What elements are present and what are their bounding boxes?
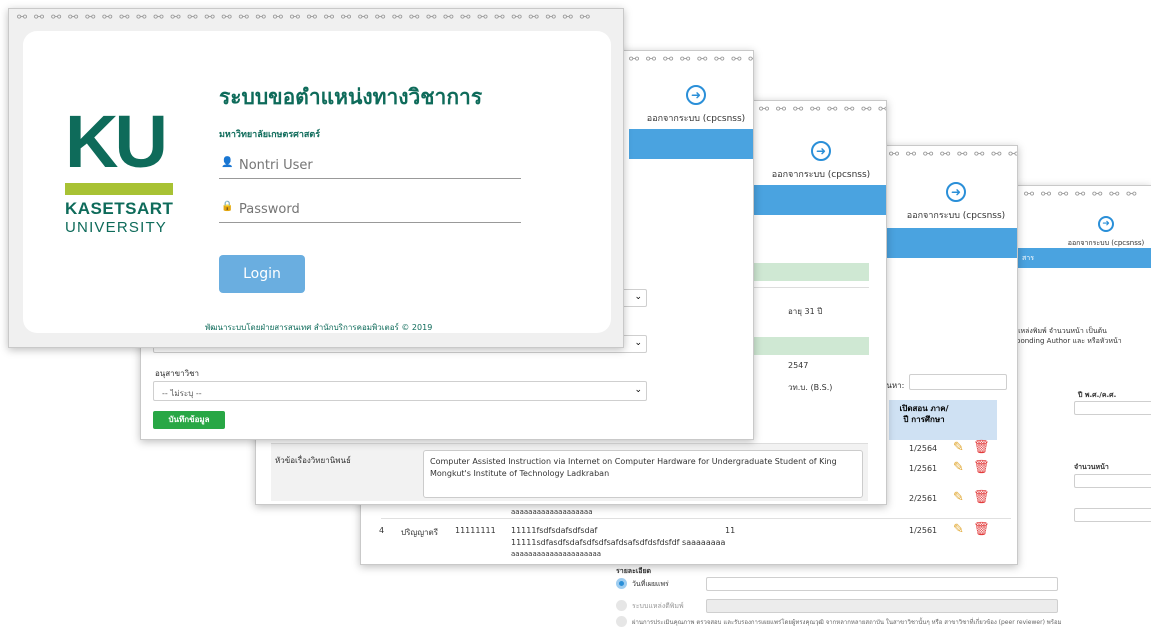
thesis-textarea[interactable]: Computer Assisted Instruction via Intern… xyxy=(423,450,863,498)
chevron-down-icon: ⌄ xyxy=(634,292,642,302)
year-value: 2547 xyxy=(788,361,809,370)
lock-icon: 🔒 xyxy=(221,201,234,212)
logout-button[interactable]: ➜ ออกจากระบบ (cpcsnss) xyxy=(891,182,1017,222)
thesis-text: Computer Assisted Instruction via Intern… xyxy=(430,457,837,478)
row4-number: 4 xyxy=(379,526,385,535)
radio-peer-review[interactable] xyxy=(616,616,627,627)
delete-icon[interactable]: 🗑 xyxy=(973,460,990,475)
binder-rings: ⚯⚯⚯⚯⚯⚯⚯⚯⚯⚯⚯⚯⚯ xyxy=(629,52,753,66)
info-row-divider xyxy=(751,287,869,288)
binder-rings: ⚯⚯⚯⚯⚯⚯⚯⚯⚯⚯⚯⚯⚯⚯⚯⚯⚯⚯⚯⚯⚯⚯⚯⚯⚯⚯⚯⚯⚯⚯⚯⚯⚯⚯ xyxy=(17,10,597,24)
delete-icon[interactable]: 🗑 xyxy=(973,522,990,537)
logout-icon: ➜ xyxy=(811,141,831,161)
ku-logo-sub: UNIVERSITY xyxy=(65,219,168,236)
radio-peer-review-label: ผ่านการประเมินคุณภาพ ตรวจสอบ และรับรองกา… xyxy=(632,619,1062,626)
logout-button[interactable]: ➜ ออกจากระบบ (cpcsnss) xyxy=(1056,216,1151,249)
year-label: ปี พ.ศ./ค.ศ. xyxy=(1078,391,1117,399)
note-line-2: ponding Author และ หรือหัวหน้า xyxy=(1016,337,1122,345)
header-bar xyxy=(629,129,753,159)
sub-major-label: อนุสาขาวิชา xyxy=(155,369,200,378)
pages-input[interactable] xyxy=(1074,474,1151,488)
binder-rings: ⚯⚯⚯⚯⚯⚯⚯⚯⚯⚯⚯ xyxy=(889,147,1017,161)
section-header xyxy=(751,337,869,355)
login-button[interactable]: Login xyxy=(219,255,305,293)
row4-credits: 11 xyxy=(725,526,736,535)
thesis-label: หัวข้อเรื่องวิทยานิพนธ์ xyxy=(275,456,351,465)
logout-icon: ➜ xyxy=(946,182,966,202)
section-header xyxy=(751,263,869,281)
logout-icon: ➜ xyxy=(686,85,706,105)
header-bar xyxy=(881,228,1017,258)
semester-header-label: เปิดสอน ภาค/ปี การศึกษา xyxy=(899,404,949,424)
pages-label: จำนวนหน้า xyxy=(1074,463,1109,471)
binder-rings: ⚯⚯⚯⚯⚯⚯⚯ xyxy=(1024,187,1144,201)
login-subtitle: มหาวิทยาลัยเกษตรศาสตร์ xyxy=(219,130,321,140)
chevron-down-icon: ⌄ xyxy=(634,338,642,348)
row4-level: ปริญญาตรี xyxy=(401,528,438,537)
edit-icon[interactable]: ✎ xyxy=(953,522,964,537)
detail-section: รายละเอียด วันที่เผยแพร่ ระบบแหล่งตีพิมพ… xyxy=(600,560,1151,628)
edit-icon[interactable]: ✎ xyxy=(953,460,964,475)
search-input[interactable] xyxy=(909,374,1007,390)
semester-cell: 2/2561 xyxy=(909,494,938,503)
row4-code: 11111111 xyxy=(455,526,496,535)
logout-label: ออกจากระบบ (cpcsnss) xyxy=(906,211,1006,221)
extra-input[interactable] xyxy=(1074,508,1151,522)
sub-major-select[interactable]: -- ไม่ระบุ -- ⌄ xyxy=(153,381,647,401)
thesis-row: หัวข้อเรื่องวิทยานิพนธ์ Computer Assiste… xyxy=(271,443,868,501)
username-input[interactable] xyxy=(239,155,509,175)
login-sheet: ⚯⚯⚯⚯⚯⚯⚯⚯⚯⚯⚯⚯⚯⚯⚯⚯⚯⚯⚯⚯⚯⚯⚯⚯⚯⚯⚯⚯⚯⚯⚯⚯⚯⚯ KU KA… xyxy=(8,8,624,348)
login-card: KU KASETSART UNIVERSITY ระบบขอตำแหน่งทาง… xyxy=(23,31,611,333)
user-icon: 👤 xyxy=(221,157,234,168)
publish-source-input[interactable] xyxy=(706,599,1058,613)
radio-publish-date-label: วันที่เผยแพร่ xyxy=(632,580,669,588)
edit-icon[interactable]: ✎ xyxy=(953,440,964,455)
login-button-label: Login xyxy=(243,266,281,282)
semester-column-header: เปิดสอน ภาค/ปี การศึกษา xyxy=(889,400,997,440)
login-title: ระบบขอตำแหน่งทางวิชาการ xyxy=(219,85,483,109)
detail-label: รายละเอียด xyxy=(616,567,652,575)
logout-button[interactable]: ➜ ออกจากระบบ (cpcsnss) xyxy=(631,85,753,125)
sub-major-value: -- ไม่ระบุ -- xyxy=(162,389,202,398)
delete-icon[interactable]: 🗑 xyxy=(973,490,990,505)
row4-line3: aaaaaaaaaaaaaaaaaaaaa xyxy=(511,550,602,558)
year-input[interactable] xyxy=(1074,401,1151,415)
save-button-label: บันทึกข้อมูล xyxy=(168,415,210,424)
binder-rings: ⚯⚯⚯⚯⚯⚯⚯⚯⚯⚯⚯⚯ xyxy=(759,102,886,116)
delete-icon[interactable]: 🗑 xyxy=(973,440,990,455)
row4-line2: 11111sdfasdfsdafsdfsdfsafdsafsdfdsfdsfdf… xyxy=(511,538,726,547)
row-tail-text: aaaaaaaaaaaaaaaaaaa xyxy=(511,508,593,516)
logout-icon: ➜ xyxy=(1098,216,1114,232)
age-value: อายุ 31 ปี xyxy=(788,307,823,316)
publish-date-input[interactable] xyxy=(706,577,1058,591)
logout-button[interactable]: ➜ ออกจากระบบ (cpcsnss) xyxy=(756,141,886,181)
radio-publish-source-label: ระบบแหล่งตีพิมพ์ xyxy=(632,602,684,610)
semester-cell: 1/2561 xyxy=(909,464,938,473)
row4-line1: 11111fsdfsdafsdfsdaf xyxy=(511,526,598,535)
header-bar: สาร xyxy=(1016,248,1151,268)
ku-logo-letters: KU xyxy=(65,100,168,183)
header-bar-text: สาร xyxy=(1022,254,1034,262)
edit-icon[interactable]: ✎ xyxy=(953,490,964,505)
ku-logo-name: KASETSART xyxy=(65,199,174,218)
username-field[interactable]: 👤 xyxy=(219,153,521,179)
logout-label: ออกจากระบบ (cpcsnss) xyxy=(646,114,746,124)
chevron-down-icon: ⌄ xyxy=(634,385,642,395)
save-button[interactable]: บันทึกข้อมูล xyxy=(153,411,225,429)
login-footer: พัฒนาระบบโดยฝ่ายสารสนเทศ สำนักบริการคอมพ… xyxy=(205,323,433,332)
ku-logo-bar xyxy=(65,183,173,195)
ku-logo: KU KASETSART UNIVERSITY xyxy=(65,105,179,236)
password-input[interactable] xyxy=(239,199,509,219)
semester-cell: 1/2561 xyxy=(909,526,938,535)
password-field[interactable]: 🔒 xyxy=(219,197,521,223)
header-bar xyxy=(751,185,886,215)
degree-value: วท.บ. (B.S.) xyxy=(788,383,833,392)
semester-cell: 1/2564 xyxy=(909,444,938,453)
radio-publish-source[interactable] xyxy=(616,600,627,611)
row-divider xyxy=(381,518,1011,519)
logout-label: ออกจากระบบ (cpcsnss) xyxy=(771,170,871,180)
radio-publish-date[interactable] xyxy=(616,578,627,589)
